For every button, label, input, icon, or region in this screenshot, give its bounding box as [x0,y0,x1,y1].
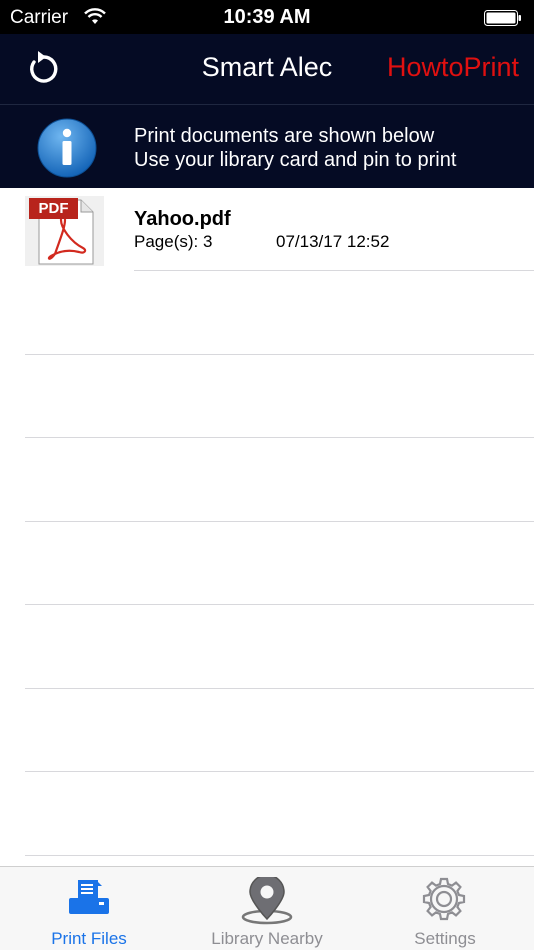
tab-library-nearby[interactable]: Library Nearby [178,867,356,950]
info-icon [37,118,97,178]
status-bar: Carrier 10:39 AM [0,0,534,34]
info-banner: Print documents are shown below Use your… [0,104,534,188]
file-list-item[interactable]: PDF Yahoo.pdf Page(s): 3 07/13/17 12:52 [0,188,534,271]
howto-print-button[interactable]: HowtoPrint [387,52,519,83]
clock-time: 10:39 AM [223,6,311,28]
pdf-badge: PDF [29,198,78,219]
printer-icon [69,880,109,914]
file-page-count: Page(s): 3 [134,232,213,251]
gear-icon [422,877,466,921]
battery-icon [484,10,521,26]
row-separator [25,688,534,689]
tab-bar: Print Files Library Nearby Settings [0,866,534,950]
tab-label: Print Files [51,929,127,948]
tab-print-files[interactable]: Print Files [0,867,178,950]
tab-label: Settings [414,929,476,948]
info-line-secondary: Use your library card and pin to print [134,149,457,171]
row-separator [25,604,534,605]
row-separator [134,270,534,271]
row-separator [25,437,534,438]
tab-settings[interactable]: Settings [356,867,534,950]
row-separator [25,354,534,355]
tab-label: Library Nearby [211,929,323,948]
pdf-badge-label: PDF [38,200,69,217]
file-date: 07/13/17 12:52 [276,232,390,251]
row-separator [25,771,534,772]
file-name: Yahoo.pdf [134,208,231,230]
print-files-list: PDF Yahoo.pdf Page(s): 3 07/13/17 12:52 [0,188,534,866]
nav-bar: Smart Alec HowtoPrint [0,34,534,104]
row-separator [25,855,534,856]
info-line-primary: Print documents are shown below [134,125,435,147]
location-pin-icon [241,877,293,925]
row-separator [25,521,534,522]
